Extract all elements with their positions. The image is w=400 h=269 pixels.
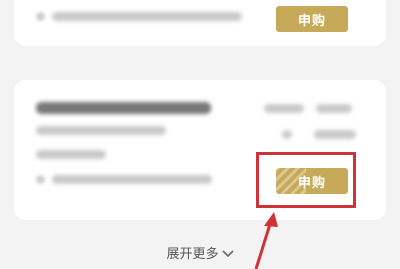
product-info-blurred: [282, 130, 292, 139]
product-info-blurred: [314, 130, 356, 139]
expand-more-label: 展开更多: [166, 247, 219, 262]
product-meta-blurred: [316, 104, 352, 113]
product-info-blurred: [36, 150, 106, 159]
subscribe-button-label: 申购: [297, 13, 326, 29]
product-card-top: 申购: [14, 0, 386, 46]
product-meta-blurred: [264, 104, 304, 113]
product-info-blurred: [36, 175, 45, 184]
product-info-blurred: [52, 12, 242, 21]
subscribe-button[interactable]: 申购: [276, 6, 348, 32]
expand-more-link[interactable]: 展开更多: [0, 243, 400, 263]
product-title-blurred: [36, 102, 211, 114]
annotation-highlight-box: [256, 152, 356, 208]
product-info-blurred: [36, 126, 166, 135]
product-info-blurred: [52, 175, 212, 184]
chevron-down-icon: [221, 248, 234, 263]
product-info-blurred: [36, 12, 45, 21]
